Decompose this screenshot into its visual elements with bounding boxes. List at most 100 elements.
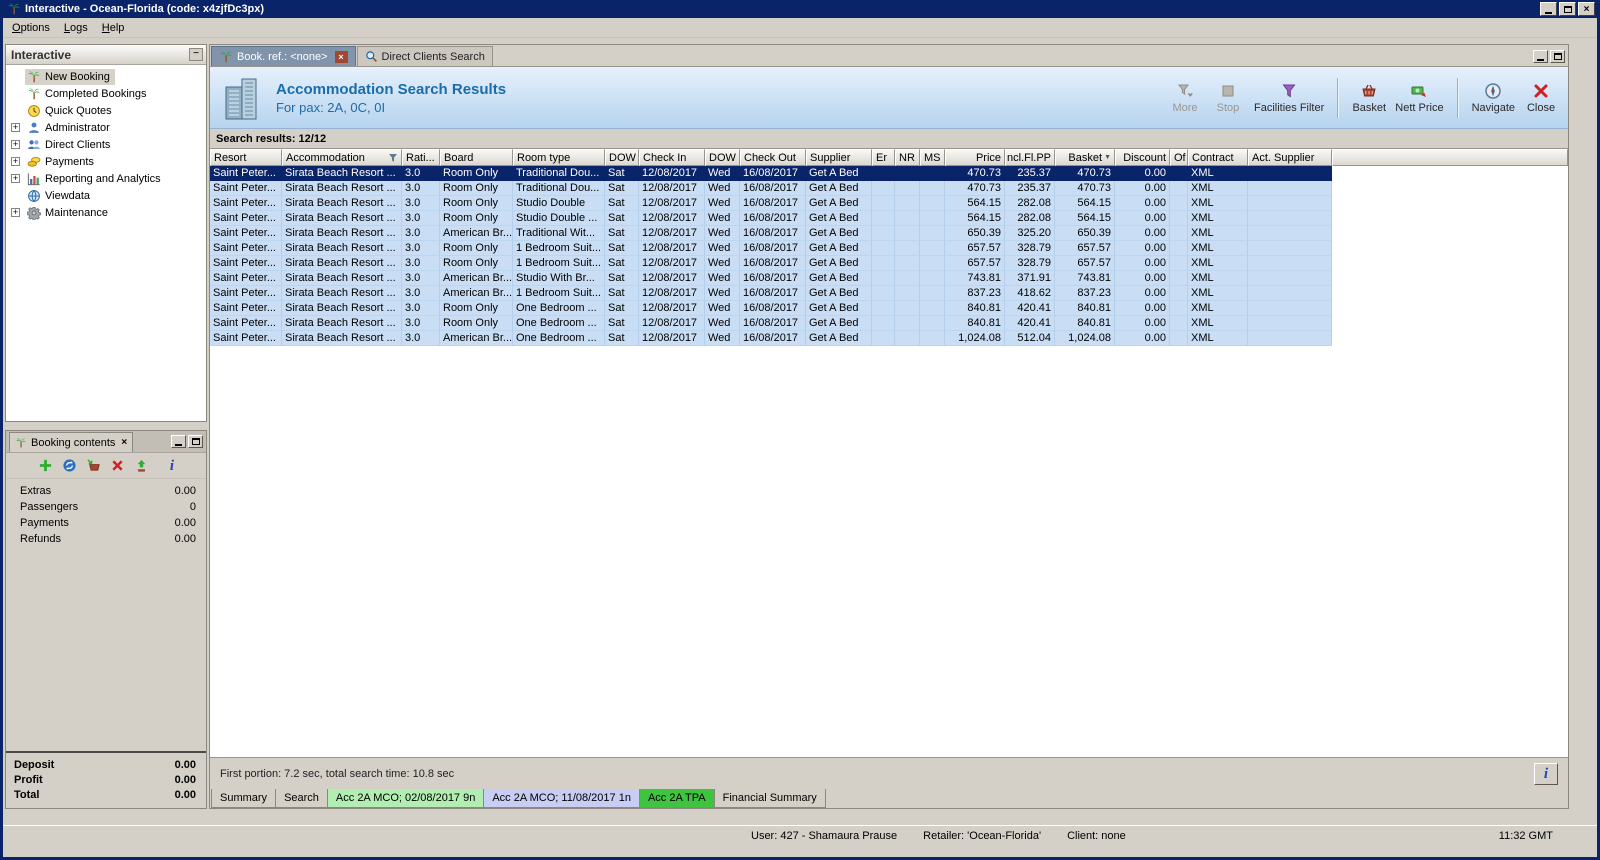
- cell-contract: XML: [1188, 166, 1248, 181]
- column-header-dow[interactable]: DOW: [705, 149, 740, 166]
- table-row[interactable]: Saint Peter... Sirata Beach Resort ... 3.0…: [210, 166, 1568, 181]
- bottom-tab-acc-2a-mco-02-08-2017-9n[interactable]: Acc 2A MCO; 02/08/2017 9n: [326, 789, 485, 808]
- column-header-check-in[interactable]: Check In: [639, 149, 705, 166]
- bottom-tab-acc-2a-tpa[interactable]: Acc 2A TPA: [638, 789, 715, 808]
- expand-icon[interactable]: +: [11, 174, 20, 183]
- basket-button[interactable]: Basket: [1352, 82, 1386, 114]
- maximize-button[interactable]: [1559, 2, 1576, 16]
- close-panel-icon[interactable]: ×: [121, 438, 127, 448]
- panel-maximize-button[interactable]: [188, 435, 203, 448]
- sidebar-item-payments[interactable]: + Payments: [6, 153, 206, 170]
- cell-dow: Sat: [605, 286, 639, 301]
- menu-logs[interactable]: Logs: [57, 20, 95, 36]
- sidebar-item-viewdata[interactable]: Viewdata: [6, 187, 206, 204]
- basket-add-button[interactable]: [86, 458, 101, 473]
- table-row[interactable]: Saint Peter... Sirata Beach Resort ... 3.0…: [210, 181, 1568, 196]
- workspace-restore-button[interactable]: [1550, 50, 1565, 63]
- bottom-tab-search[interactable]: Search: [275, 789, 328, 808]
- sidebar-item-administrator[interactable]: + Administrator: [6, 119, 206, 136]
- table-row[interactable]: Saint Peter... Sirata Beach Resort ... 3.0…: [210, 331, 1568, 346]
- close-tab-icon[interactable]: ×: [334, 50, 348, 63]
- sidebar-item-completed-bookings[interactable]: Completed Bookings: [6, 85, 206, 102]
- total-deposit: Deposit 0.00: [14, 758, 196, 771]
- booking-item-refunds[interactable]: Refunds 0.00: [6, 531, 206, 547]
- refresh-button[interactable]: [62, 458, 77, 473]
- expand-icon[interactable]: +: [11, 123, 20, 132]
- bottom-tab-financial-summary[interactable]: Financial Summary: [713, 789, 826, 808]
- column-header-room-type[interactable]: Room type: [513, 149, 605, 166]
- sidebar-item-quick-quotes[interactable]: Quick Quotes: [6, 102, 206, 119]
- collapse-panel-button[interactable]: −: [189, 48, 203, 61]
- nett-price-button[interactable]: Nett Price: [1395, 82, 1444, 114]
- booking-item-payments[interactable]: Payments 0.00: [6, 515, 206, 531]
- navigate-button[interactable]: Navigate: [1472, 82, 1515, 114]
- expand-icon[interactable]: +: [11, 157, 20, 166]
- column-header-accommodation[interactable]: Accommodation: [282, 149, 402, 166]
- menu-help[interactable]: Help: [95, 20, 132, 36]
- cell-act-supplier: [1248, 331, 1332, 346]
- sidebar-item-reporting-and-analytics[interactable]: + Reporting and Analytics: [6, 170, 206, 187]
- close-button[interactable]: Close: [1524, 82, 1558, 114]
- workspace-minimize-button[interactable]: [1533, 50, 1548, 63]
- filter-funnel-icon[interactable]: [388, 153, 398, 163]
- column-header-rati[interactable]: Rati...: [402, 149, 440, 166]
- delete-button[interactable]: [110, 458, 125, 473]
- column-header-discount[interactable]: Discount: [1115, 149, 1170, 166]
- cell-room-type: Studio Double: [513, 196, 605, 211]
- table-row[interactable]: Saint Peter... Sirata Beach Resort ... 3.0…: [210, 196, 1568, 211]
- table-row[interactable]: Saint Peter... Sirata Beach Resort ... 3.0…: [210, 226, 1568, 241]
- column-header-dow[interactable]: DOW: [605, 149, 639, 166]
- grid-header: Resort Accommodation Rati... Board Room type…: [210, 149, 1568, 166]
- tab-book-ref-none[interactable]: Book. ref.: <none> ×: [211, 46, 356, 66]
- table-row[interactable]: Saint Peter... Sirata Beach Resort ... 3.0…: [210, 286, 1568, 301]
- column-header-supplier[interactable]: Supplier: [806, 149, 872, 166]
- expand-icon[interactable]: +: [11, 140, 20, 149]
- column-header-act-supplier[interactable]: Act. Supplier: [1248, 149, 1332, 166]
- bottom-tab-summary[interactable]: Summary: [211, 789, 277, 808]
- cell-discount: 0.00: [1115, 226, 1170, 241]
- facilities-filter-button[interactable]: Facilities Filter: [1254, 82, 1324, 114]
- booking-item-extras[interactable]: Extras 0.00: [6, 483, 206, 499]
- table-row[interactable]: Saint Peter... Sirata Beach Resort ... 3.0…: [210, 301, 1568, 316]
- column-header-contract[interactable]: Contract: [1188, 149, 1248, 166]
- booking-contents-list: Extras 0.00 Passengers 0 Payments 0.00 Refunds…: [6, 479, 206, 547]
- cell-of: [1170, 271, 1188, 286]
- column-header-resort[interactable]: Resort: [210, 149, 282, 166]
- bottom-tab-acc-2a-mco-11-08-2017-1n[interactable]: Acc 2A MCO; 11/08/2017 1n: [483, 789, 640, 808]
- column-header-check-out[interactable]: Check Out: [740, 149, 806, 166]
- close-button[interactable]: ×: [1578, 2, 1595, 16]
- tab-direct-clients-search[interactable]: Direct Clients Search: [356, 46, 493, 66]
- cell-rati: 3.0: [402, 256, 440, 271]
- panel-minimize-button[interactable]: [171, 435, 186, 448]
- column-header-of[interactable]: Of: [1170, 149, 1188, 166]
- column-header-er[interactable]: Er: [872, 149, 895, 166]
- info-button[interactable]: i: [170, 458, 174, 473]
- basket-up-button[interactable]: [134, 458, 149, 473]
- menu-options[interactable]: Options: [5, 20, 57, 36]
- booking-item-passengers[interactable]: Passengers 0: [6, 499, 206, 515]
- cell-accommodation: Sirata Beach Resort ...: [282, 211, 402, 226]
- column-header-basket[interactable]: Basket ▼: [1055, 149, 1115, 166]
- sidebar-item-new-booking[interactable]: New Booking: [6, 68, 206, 85]
- table-row[interactable]: Saint Peter... Sirata Beach Resort ... 3.0…: [210, 256, 1568, 271]
- column-header-price[interactable]: Price: [945, 149, 1005, 166]
- table-row[interactable]: Saint Peter... Sirata Beach Resort ... 3.0…: [210, 316, 1568, 331]
- booking-contents-tab[interactable]: Booking contents ×: [9, 432, 134, 452]
- info-button[interactable]: i: [1534, 762, 1558, 785]
- expand-icon[interactable]: +: [11, 208, 20, 217]
- table-row[interactable]: Saint Peter... Sirata Beach Resort ... 3.0…: [210, 211, 1568, 226]
- cell-board: American Br...: [440, 271, 513, 286]
- column-header-incl-fl-pp[interactable]: Incl.Fl.PP: [1005, 149, 1055, 166]
- minimize-button[interactable]: [1540, 2, 1557, 16]
- table-row[interactable]: Saint Peter... Sirata Beach Resort ... 3.0…: [210, 271, 1568, 286]
- column-header-ms[interactable]: MS: [920, 149, 945, 166]
- sidebar-item-maintenance[interactable]: + Maintenance: [6, 204, 206, 221]
- sidebar-item-direct-clients[interactable]: + Direct Clients: [6, 136, 206, 153]
- add-button[interactable]: [38, 458, 53, 473]
- cell-act-supplier: [1248, 286, 1332, 301]
- cell-room-type: Traditional Dou...: [513, 181, 605, 196]
- table-row[interactable]: Saint Peter... Sirata Beach Resort ... 3.0…: [210, 241, 1568, 256]
- booking-totals: Deposit 0.00 Profit 0.00 Total 0.00: [6, 751, 206, 808]
- column-header-board[interactable]: Board: [440, 149, 513, 166]
- column-header-nr[interactable]: NR: [895, 149, 920, 166]
